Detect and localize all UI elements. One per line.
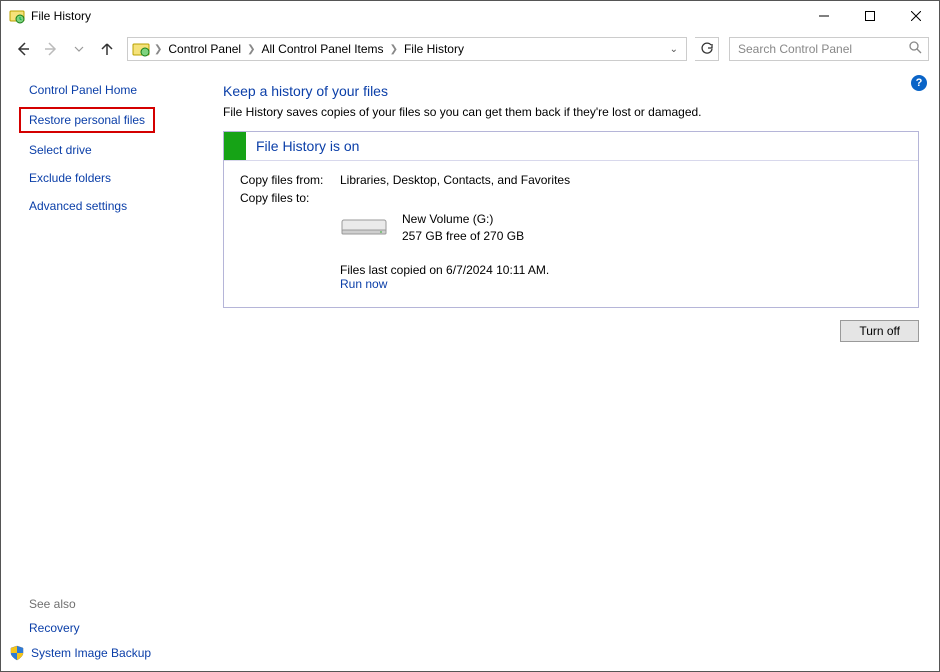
up-button[interactable] bbox=[95, 37, 119, 61]
page-heading: Keep a history of your files bbox=[223, 83, 919, 99]
window-buttons bbox=[801, 1, 939, 31]
status-on-indicator bbox=[224, 132, 246, 160]
status-panel-header: File History is on bbox=[224, 132, 918, 160]
maximize-button[interactable] bbox=[847, 1, 893, 31]
search-input[interactable] bbox=[736, 41, 909, 57]
drive-icon bbox=[340, 212, 388, 243]
status-title: File History is on bbox=[246, 138, 359, 154]
window-title: File History bbox=[31, 9, 801, 23]
folder-icon bbox=[132, 40, 150, 58]
chevron-right-icon[interactable]: ❯ bbox=[388, 44, 400, 55]
search-box[interactable] bbox=[729, 37, 929, 61]
refresh-button[interactable] bbox=[695, 37, 719, 61]
sidebar: Control Panel Home Restore personal file… bbox=[1, 69, 206, 671]
status-panel: File History is on Copy files from: Libr… bbox=[223, 131, 919, 308]
main-content: Keep a history of your files File Histor… bbox=[223, 83, 919, 342]
address-dropdown-icon[interactable]: ⌄ bbox=[664, 44, 684, 55]
breadcrumb-control-panel[interactable]: Control Panel bbox=[164, 42, 245, 56]
drive-free-space: 257 GB free of 270 GB bbox=[402, 228, 524, 245]
minimize-button[interactable] bbox=[801, 1, 847, 31]
title-bar: File History bbox=[1, 1, 939, 31]
turn-off-button[interactable]: Turn off bbox=[840, 320, 919, 342]
forward-button[interactable] bbox=[39, 37, 63, 61]
sidebar-recovery[interactable]: Recovery bbox=[29, 621, 151, 635]
recent-locations-dropdown[interactable] bbox=[67, 37, 91, 61]
address-bar[interactable]: ❯ Control Panel ❯ All Control Panel Item… bbox=[127, 37, 687, 61]
shield-icon bbox=[9, 645, 25, 661]
last-copied-text: Files last copied on 6/7/2024 10:11 AM. bbox=[340, 263, 902, 277]
close-button[interactable] bbox=[893, 1, 939, 31]
sidebar-select-drive[interactable]: Select drive bbox=[29, 143, 206, 157]
sidebar-control-panel-home[interactable]: Control Panel Home bbox=[29, 83, 206, 97]
page-subtitle: File History saves copies of your files … bbox=[223, 105, 919, 119]
copy-from-label: Copy files from: bbox=[240, 173, 340, 187]
file-history-icon bbox=[9, 8, 25, 24]
breadcrumb-file-history[interactable]: File History bbox=[400, 42, 468, 56]
sidebar-restore-personal-files[interactable]: Restore personal files bbox=[19, 107, 155, 133]
sidebar-advanced-settings[interactable]: Advanced settings bbox=[29, 199, 206, 213]
copy-to-label: Copy files to: bbox=[240, 191, 340, 205]
back-button[interactable] bbox=[11, 37, 35, 61]
sidebar-exclude-folders[interactable]: Exclude folders bbox=[29, 171, 206, 185]
chevron-right-icon[interactable]: ❯ bbox=[245, 44, 257, 55]
chevron-right-icon[interactable]: ❯ bbox=[152, 44, 164, 55]
copy-from-value: Libraries, Desktop, Contacts, and Favori… bbox=[340, 173, 570, 187]
see-also-label: See also bbox=[29, 597, 151, 611]
breadcrumb-all-items[interactable]: All Control Panel Items bbox=[258, 42, 388, 56]
navigation-bar: ❯ Control Panel ❯ All Control Panel Item… bbox=[1, 31, 939, 67]
sidebar-system-image-backup[interactable]: System Image Backup bbox=[31, 646, 151, 660]
drive-name: New Volume (G:) bbox=[402, 211, 524, 228]
run-now-link[interactable]: Run now bbox=[340, 277, 902, 291]
search-icon bbox=[909, 41, 922, 57]
